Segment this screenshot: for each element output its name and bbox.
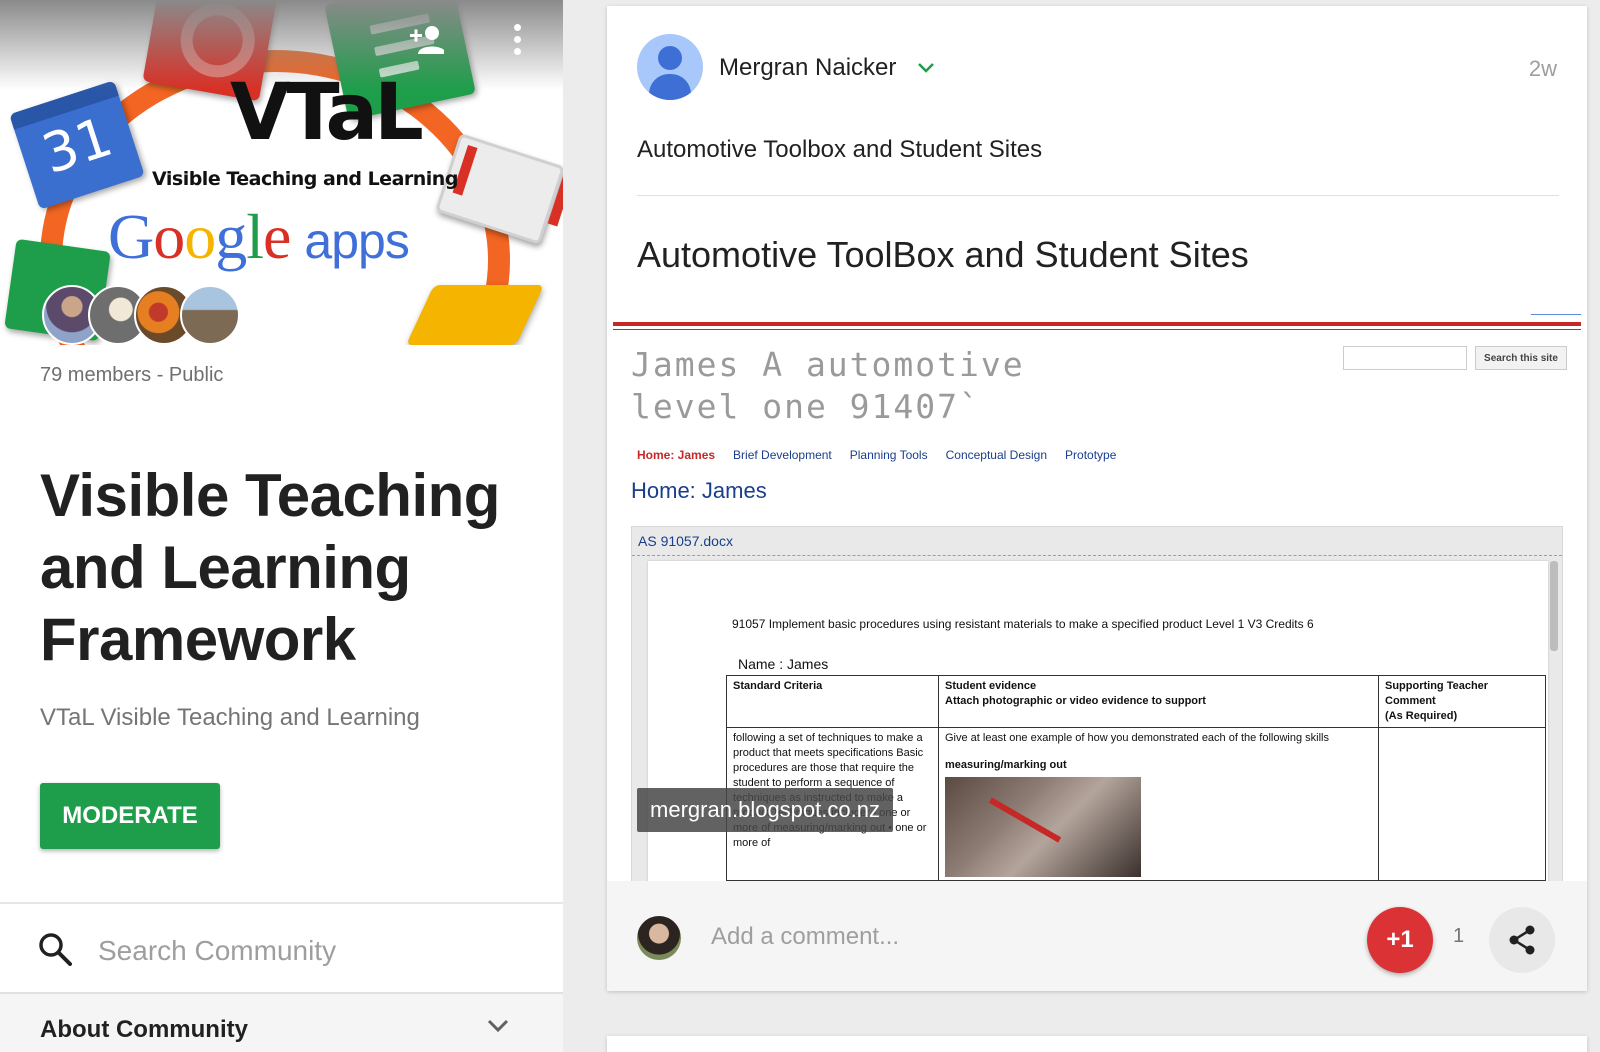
table-header-line: Attach photographic or video evidence to… <box>945 695 1206 707</box>
watermark: mergran.blogspot.co.nz <box>637 788 893 832</box>
search-icon <box>39 933 72 966</box>
table-header: Student evidence Attach photographic or … <box>938 675 1379 728</box>
community-title: Visible Teaching and Learning Framework <box>40 462 500 673</box>
chevron-down-icon[interactable] <box>917 62 935 74</box>
post-timestamp[interactable]: 2w <box>1529 56 1557 82</box>
share-button[interactable] <box>1489 907 1555 973</box>
next-post-card <box>607 1036 1587 1052</box>
site-search-box <box>1343 346 1467 370</box>
plus-one-button[interactable]: +1 <box>1367 907 1433 973</box>
divider <box>637 195 1559 196</box>
member-avatar[interactable] <box>180 285 240 345</box>
divider <box>632 555 1562 556</box>
chevron-down-icon[interactable] <box>486 1018 510 1034</box>
assessment-table: Standard Criteria Student evidence Attac… <box>726 675 1546 881</box>
comment-bar: +1 1 <box>607 881 1587 991</box>
table-header: Standard Criteria <box>726 675 939 728</box>
site-header-bar <box>613 322 1581 326</box>
table-header-line: Supporting Teacher Comment <box>1385 680 1489 707</box>
post-text: Automotive Toolbox and Student Sites <box>637 136 1043 163</box>
site-nav-item: Prototype <box>1065 448 1117 462</box>
table-header-line: Student evidence <box>945 680 1037 692</box>
site-nav-item: Brief Development <box>733 448 832 462</box>
table-cell: Give at least one example of how you dem… <box>938 727 1379 881</box>
search-input[interactable] <box>98 932 518 970</box>
about-community-section[interactable]: About Community <box>0 994 563 1052</box>
vtal-logo-text: VTaL <box>230 68 424 158</box>
more-options-icon[interactable] <box>512 24 522 58</box>
google-wordmark: Google <box>108 201 291 272</box>
community-subtitle: VTaL Visible Teaching and Learning <box>40 704 420 731</box>
embedded-document: AS 91057.docx 91057 Implement basic proc… <box>631 526 1563 887</box>
about-community-label: About Community <box>40 1016 248 1043</box>
comment-input[interactable] <box>711 919 1211 955</box>
decoration-line <box>1531 314 1581 315</box>
table-cell <box>1378 727 1546 881</box>
site-search-button: Search this site <box>1475 346 1567 370</box>
google-apps-logo: Google apps <box>108 200 410 274</box>
author-avatar[interactable] <box>637 34 703 100</box>
member-avatars[interactable] <box>42 285 242 345</box>
evidence-photo <box>945 777 1141 877</box>
author-name[interactable]: Mergran Naicker <box>719 54 896 82</box>
search-community[interactable] <box>0 904 563 992</box>
evidence-item: measuring/marking out <box>945 759 1067 771</box>
current-user-avatar <box>637 916 681 960</box>
doc-page: 91057 Implement basic procedures using r… <box>648 561 1548 887</box>
moderate-button[interactable]: MODERATE <box>40 783 220 849</box>
members-count[interactable]: 79 members - Public <box>40 364 223 387</box>
site-title-line: James A automotive <box>631 345 1025 384</box>
site-nav-item: Planning Tools <box>849 448 928 462</box>
vtal-logo-subtitle: Visible Teaching and Learning <box>152 168 458 190</box>
evidence-intro: Give at least one example of how you dem… <box>945 732 1329 744</box>
calendar-number: 31 <box>34 104 120 186</box>
share-icon <box>1509 925 1535 955</box>
table-header-line: (As Required) <box>1385 710 1458 722</box>
site-nav-item: Home: James <box>637 448 716 462</box>
site-title: James A automotive level one 91407` <box>631 344 1025 428</box>
apps-wordmark: apps <box>304 213 409 269</box>
community-sidebar: 31 VTaL Visible Teaching and Learning Go… <box>0 0 563 1052</box>
site-heading: Home: James <box>631 478 767 503</box>
doc-student-name: Name : James <box>738 656 829 672</box>
site-nav: Home: James Brief Development Planning T… <box>637 448 1116 462</box>
site-header-bar <box>613 329 1581 330</box>
doc-title-line: 91057 Implement basic procedures using r… <box>732 617 1314 631</box>
post-card: Mergran Naicker 2w Automotive Toolbox an… <box>607 6 1587 991</box>
community-banner: 31 VTaL Visible Teaching and Learning Go… <box>0 0 563 345</box>
doc-scrollbar <box>1550 561 1558 651</box>
site-nav-item: Conceptual Design <box>945 448 1048 462</box>
plus-one-count[interactable]: 1 <box>1453 925 1464 948</box>
add-person-icon[interactable] <box>410 24 444 54</box>
doc-filename: AS 91057.docx <box>638 533 733 549</box>
table-header: Supporting Teacher Comment (As Required) <box>1378 675 1546 728</box>
link-title[interactable]: Automotive ToolBox and Student Sites <box>637 234 1249 276</box>
site-title-line: level one 91407` <box>631 387 981 426</box>
